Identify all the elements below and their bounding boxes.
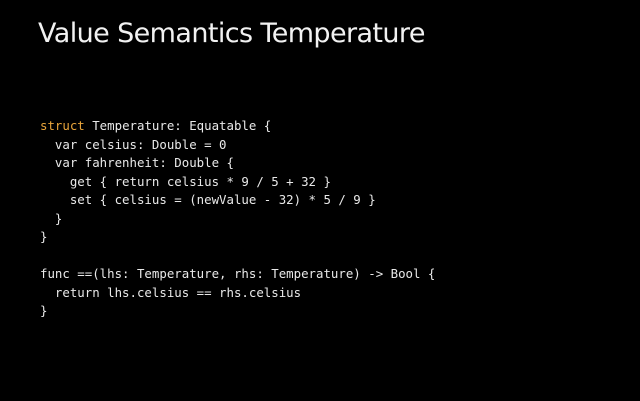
code-line-return: return lhs.celsius == rhs.celsius (40, 284, 302, 300)
code-block: struct Temperature: Equatable { var cels… (40, 117, 435, 321)
struct-declaration-text: Temperature: Equatable { (84, 118, 272, 133)
code-line-fahrenheit-property: var fahrenheit: Double { (40, 155, 234, 170)
code-line-struct-declaration: struct Temperature: Equatable { (40, 117, 435, 136)
code-line-close-struct: } (40, 229, 48, 244)
code-line-close-property: } (40, 210, 63, 226)
code-line-close-func: } (40, 303, 48, 318)
code-line-getter: get { return celsius * 9 / 5 + 32 } (40, 173, 331, 189)
code-line-equality-func: func ==(lhs: Temperature, rhs: Temperatu… (40, 266, 436, 281)
slide: Value Semantics Temperature struct Tempe… (0, 0, 640, 401)
slide-title: Value Semantics Temperature (38, 18, 425, 49)
code-line-setter: set { celsius = (newValue - 32) * 5 / 9 … (40, 192, 376, 207)
code-line-celsius-property: var celsius: Double = 0 (40, 136, 227, 152)
struct-keyword: struct (40, 118, 85, 133)
